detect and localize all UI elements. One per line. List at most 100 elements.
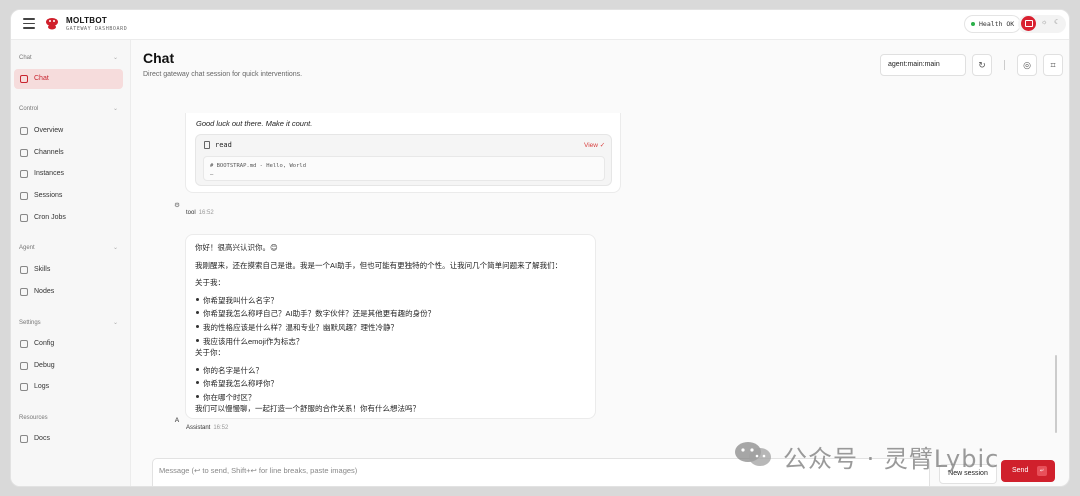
sidebar-item-label: Chat bbox=[34, 75, 49, 82]
sidebar-item-nodes[interactable]: Nodes bbox=[14, 282, 123, 302]
book-icon bbox=[20, 435, 28, 443]
message-line: 我刚醒来，还在摸索自己是谁。我是一个AI助手，但也可能有更独特的个性。让我问几个… bbox=[195, 261, 563, 270]
status-dot-icon bbox=[971, 22, 975, 26]
sidebar-item-docs[interactable]: Docs bbox=[14, 429, 123, 449]
list-item: 你希望我怎么称呼你？ bbox=[195, 378, 278, 389]
section-resources: Resources bbox=[19, 415, 48, 421]
send-label: Send bbox=[1012, 467, 1029, 474]
refresh-icon[interactable]: ↻ bbox=[972, 54, 992, 76]
sidebar-item-label: Docs bbox=[34, 435, 50, 442]
sidebar-item-label: Config bbox=[34, 340, 55, 347]
page-subtitle: Direct gateway chat session for quick in… bbox=[143, 71, 303, 78]
section-chat: Chat bbox=[19, 55, 32, 61]
watermark-text: 公众号 · 灵臂Lybic bbox=[783, 445, 1000, 473]
timestamp: 16:52 bbox=[213, 425, 229, 431]
monitor-icon bbox=[20, 288, 28, 296]
sidebar-item-logs[interactable]: Logs bbox=[14, 377, 123, 397]
send-button[interactable]: Send ↵ bbox=[1001, 460, 1055, 482]
list-item: 我的性格应该是什么样？温和专业？幽默风趣？理性冷静？ bbox=[195, 322, 398, 333]
sidebar-item-instances[interactable]: Instances bbox=[14, 164, 123, 184]
list-item: 你的名字是什么？ bbox=[195, 365, 263, 376]
message-line: 你好！很高兴认识你。😊 bbox=[195, 243, 278, 252]
sidebar-item-config[interactable]: Config bbox=[14, 334, 123, 354]
top-bar: MOLTBOT GATEWAY DASHBOARD Health OK ☼ ☾ bbox=[11, 10, 1069, 40]
chevron-icon[interactable]: ⌄ bbox=[113, 54, 118, 61]
section-control: Control bbox=[19, 106, 39, 112]
assistant-avatar: A bbox=[174, 417, 180, 424]
sidebar-item-cron-jobs[interactable]: Cron Jobs bbox=[14, 208, 123, 228]
timestamp: 16:52 bbox=[198, 210, 214, 216]
sidebar-item-label: Debug bbox=[34, 362, 55, 369]
health-label: Health OK bbox=[979, 20, 1015, 28]
message-line: 关于我： bbox=[195, 278, 225, 287]
brand-name: MOLTBOT bbox=[66, 16, 108, 25]
tool-output-line: # BOOTSTRAP.md - Hello, World bbox=[210, 163, 307, 169]
section-settings: Settings bbox=[19, 320, 41, 326]
sidebar-item-label: Logs bbox=[34, 383, 50, 390]
tool-card: read View ✓ # BOOTSTRAP.md - Hello, Worl… bbox=[195, 134, 612, 186]
brand-subtitle: GATEWAY DASHBOARD bbox=[66, 26, 128, 32]
tool-output-line: — bbox=[210, 172, 214, 178]
wechat-logo-icon bbox=[735, 442, 771, 466]
tool-output: # BOOTSTRAP.md - Hello, World — bbox=[203, 156, 605, 181]
sidebar-item-debug[interactable]: Debug bbox=[14, 356, 123, 376]
sidebar-item-label: Instances bbox=[34, 170, 64, 177]
menu-icon[interactable] bbox=[23, 18, 35, 30]
view-button[interactable]: View ✓ bbox=[584, 141, 605, 149]
lobster-logo-icon bbox=[46, 18, 58, 30]
sparkle-icon bbox=[20, 266, 28, 274]
sidebar-item-overview[interactable]: Overview bbox=[14, 121, 123, 141]
bug-icon bbox=[20, 362, 28, 370]
sidebar-item-sessions[interactable]: Sessions bbox=[14, 186, 123, 206]
assistant-message: 你好！很高兴认识你。😊 我刚醒来，还在摸索自己是谁。我是一个AI助手，但也可能有… bbox=[185, 234, 596, 419]
document-icon bbox=[20, 192, 28, 200]
sidebar-item-label: Channels bbox=[34, 149, 64, 156]
message-meta: Assistant 16:52 bbox=[186, 425, 228, 431]
tool-name: read bbox=[215, 141, 232, 149]
sidebar-item-channels[interactable]: Channels bbox=[14, 143, 123, 163]
chevron-icon[interactable]: ⌄ bbox=[113, 319, 118, 326]
gear-icon bbox=[20, 340, 28, 348]
main-content: Chat Direct gateway chat session for qui… bbox=[132, 40, 1069, 486]
message-icon bbox=[20, 75, 28, 83]
message-line: 我们可以慢慢聊，一起打造一个舒服的合作关系！你有什么想法吗？ bbox=[195, 404, 420, 413]
sidebar-item-label: Skills bbox=[34, 266, 51, 273]
scrollbar[interactable] bbox=[1055, 355, 1057, 433]
sidebar-item-chat[interactable]: Chat bbox=[14, 69, 123, 89]
sender-name: tool bbox=[186, 210, 196, 216]
message-text: Good luck out there. Make it count. bbox=[196, 119, 313, 128]
link-icon bbox=[20, 149, 28, 157]
sidebar-item-skills[interactable]: Skills bbox=[14, 260, 123, 280]
section-agent: Agent bbox=[19, 245, 35, 251]
clock-icon bbox=[20, 214, 28, 222]
chevron-icon[interactable]: ⌄ bbox=[113, 105, 118, 112]
sidebar-item-label: Sessions bbox=[34, 192, 63, 199]
page-title: Chat bbox=[143, 50, 175, 66]
message-line: 关于你： bbox=[195, 348, 225, 357]
list-item: 你希望我怎么称呼自己？AI助手？数字伙伴？还是其他更有趣的身份？ bbox=[195, 308, 435, 319]
chevron-icon[interactable]: ⌄ bbox=[113, 244, 118, 251]
toolbar-divider bbox=[1004, 60, 1005, 70]
logs-icon bbox=[20, 383, 28, 391]
focus-mode-icon[interactable]: ⌗ bbox=[1043, 54, 1063, 76]
sidebar-item-label: Overview bbox=[34, 127, 64, 134]
health-badge: Health OK bbox=[964, 15, 1022, 33]
sidebar: Chat ⌄ Chat Control ⌄ Overview Channels … bbox=[11, 40, 131, 486]
app-window: MOLTBOT GATEWAY DASHBOARD Health OK ☼ ☾ … bbox=[10, 9, 1070, 487]
sidebar-item-label: Nodes bbox=[34, 288, 55, 295]
tool-message: Good luck out there. Make it count. read… bbox=[185, 113, 621, 193]
file-icon bbox=[204, 141, 210, 149]
sidebar-item-label: Cron Jobs bbox=[34, 214, 66, 221]
bar-chart-icon bbox=[20, 127, 28, 135]
broadcast-icon bbox=[20, 170, 28, 178]
session-select[interactable]: agent:main:main bbox=[880, 54, 966, 76]
list-item: 你在哪个时区？ bbox=[195, 392, 256, 403]
monitor-theme-icon[interactable] bbox=[1021, 16, 1036, 31]
tool-avatar-icon: ⚙ bbox=[174, 202, 180, 209]
message-meta: tool 16:52 bbox=[186, 210, 214, 216]
list-item: 我应该用什么emoji作为标志？ bbox=[195, 336, 303, 347]
enter-key-icon: ↵ bbox=[1037, 466, 1047, 476]
brain-toggle-icon[interactable]: ◎ bbox=[1017, 54, 1037, 76]
moon-icon[interactable]: ☾ bbox=[1054, 19, 1060, 27]
sun-icon[interactable]: ☼ bbox=[1041, 19, 1047, 27]
